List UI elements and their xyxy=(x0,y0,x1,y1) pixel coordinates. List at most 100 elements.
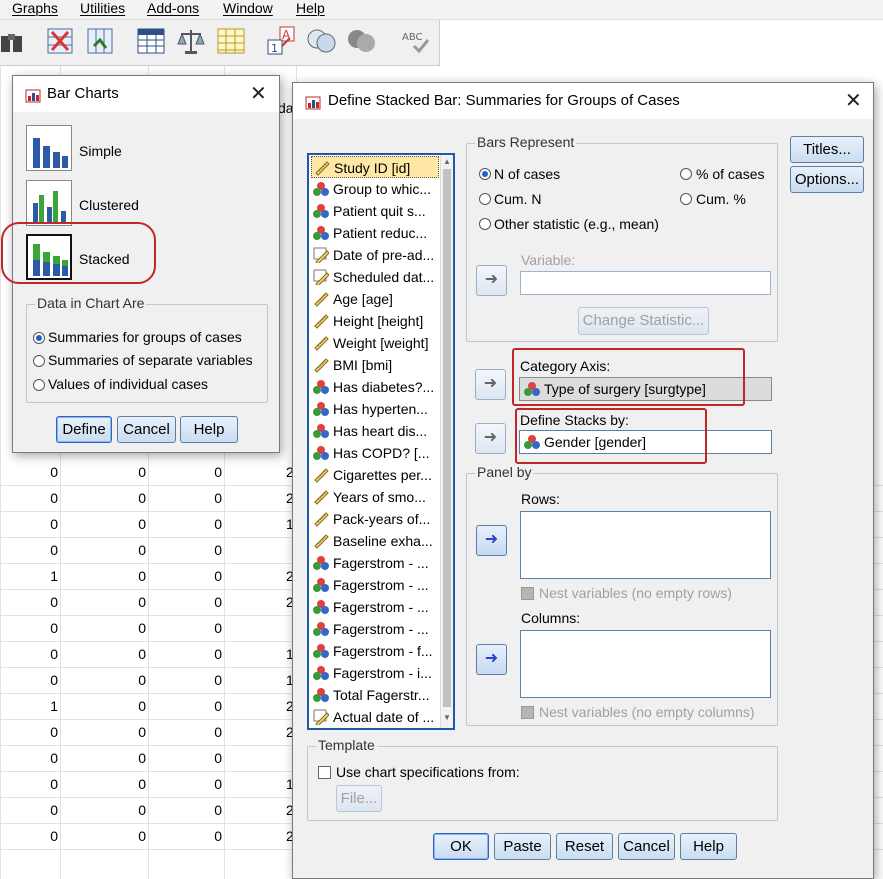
grid-cell[interactable]: 0 xyxy=(0,516,58,532)
spelling-icon[interactable]: ABC xyxy=(400,26,430,56)
grid-cell[interactable]: 0 xyxy=(60,594,146,610)
simple-chart-icon[interactable] xyxy=(26,125,72,171)
cum-pct-label[interactable]: Cum. % xyxy=(696,191,746,207)
summaries-variables-label[interactable]: Summaries of separate variables xyxy=(48,352,253,368)
variable-item[interactable]: Fagerstrom - ... xyxy=(311,574,439,596)
variable-item[interactable]: Has heart dis... xyxy=(311,420,439,442)
radio-pct-cases[interactable] xyxy=(680,168,692,180)
variable-item[interactable]: Fagerstrom - ... xyxy=(311,552,439,574)
variable-item[interactable]: Fagerstrom - f... xyxy=(311,640,439,662)
radio-individual-cases[interactable] xyxy=(33,379,45,391)
summaries-groups-label[interactable]: Summaries for groups of cases xyxy=(48,329,242,345)
grid-cell[interactable]: 0 xyxy=(60,828,146,844)
variable-item[interactable]: Weight [weight] xyxy=(311,332,439,354)
variable-item[interactable]: Height [height] xyxy=(311,310,439,332)
bar-cancel-button[interactable]: Cancel xyxy=(117,416,176,443)
scroll-up-icon[interactable]: ▲ xyxy=(443,157,451,166)
grid-cell[interactable]: 0 xyxy=(0,594,58,610)
radio-other-statistic[interactable] xyxy=(479,218,491,230)
options-button[interactable]: Options... xyxy=(790,166,864,193)
show-all-icon[interactable] xyxy=(346,26,376,56)
variable-arrow-button[interactable]: ➜ xyxy=(476,265,507,296)
grid-cell[interactable]: 0 xyxy=(0,750,58,766)
define-button[interactable]: Define xyxy=(56,416,112,443)
variable-item[interactable]: Has diabetes?... xyxy=(311,376,439,398)
variable-item[interactable]: Group to whic... xyxy=(311,178,439,200)
clustered-label[interactable]: Clustered xyxy=(79,197,139,213)
pct-cases-label[interactable]: % of cases xyxy=(696,166,764,182)
scroll-down-icon[interactable]: ▼ xyxy=(443,713,451,722)
grid-cell[interactable]: 0 xyxy=(148,724,222,740)
reset-button[interactable]: Reset xyxy=(556,833,613,860)
grid-cell[interactable]: 0 xyxy=(60,490,146,506)
grid-cell[interactable]: 0 xyxy=(60,672,146,688)
grid-cell[interactable]: 0 xyxy=(60,568,146,584)
variable-item[interactable]: Fagerstrom - ... xyxy=(311,618,439,640)
grid-cell[interactable]: 0 xyxy=(148,594,222,610)
grid-cell[interactable]: 0 xyxy=(0,776,58,792)
grid-cell[interactable]: 0 xyxy=(0,802,58,818)
file-button[interactable]: File... xyxy=(336,785,382,812)
scroll-thumb[interactable] xyxy=(443,169,451,707)
help-button[interactable]: Help xyxy=(680,833,737,860)
grid-cell[interactable]: 0 xyxy=(148,672,222,688)
grid-cell[interactable]: 0 xyxy=(148,464,222,480)
grid-cell[interactable]: 1 xyxy=(0,568,58,584)
grid-cell[interactable]: 0 xyxy=(148,568,222,584)
grid-cell[interactable]: 0 xyxy=(60,776,146,792)
grid-cell[interactable]: 0 xyxy=(0,490,58,506)
grid-cell[interactable]: 0 xyxy=(60,620,146,636)
use-chart-spec-checkbox[interactable] xyxy=(318,766,331,779)
menu-window[interactable]: Window xyxy=(223,0,273,16)
variable-item[interactable]: Patient quit s... xyxy=(311,200,439,222)
grid-cell[interactable]: 0 xyxy=(148,802,222,818)
grid-cell[interactable]: 0 xyxy=(60,724,146,740)
nest-rows-checkbox[interactable] xyxy=(521,587,534,600)
grid-cell[interactable]: 0 xyxy=(148,542,222,558)
grid-cell[interactable]: 0 xyxy=(60,750,146,766)
variable-item[interactable]: Has COPD? [... xyxy=(311,442,439,464)
cum-n-label[interactable]: Cum. N xyxy=(494,191,541,207)
ok-button[interactable]: OK xyxy=(433,833,489,860)
menu-graphs[interactable]: Graphs xyxy=(12,0,58,16)
bar-help-button[interactable]: Help xyxy=(180,416,238,443)
rows-arrow-button[interactable]: ➜ xyxy=(476,525,507,556)
columns-field[interactable] xyxy=(520,630,771,698)
value-labels-icon[interactable]: A1 xyxy=(266,26,296,56)
simple-label[interactable]: Simple xyxy=(79,143,122,159)
grid-cell[interactable]: 0 xyxy=(148,750,222,766)
use-chart-spec-label[interactable]: Use chart specifications from: xyxy=(336,764,520,780)
grid-cell[interactable]: 0 xyxy=(60,646,146,662)
variable-item[interactable]: Patient reduc... xyxy=(311,222,439,244)
titles-button[interactable]: Titles... xyxy=(790,136,864,163)
cancel-button[interactable]: Cancel xyxy=(618,833,675,860)
use-sets-icon[interactable] xyxy=(306,26,336,56)
close-icon[interactable]: ✕ xyxy=(250,81,267,105)
grid-cell[interactable]: 0 xyxy=(0,620,58,636)
variable-item[interactable]: Total Fagerstr... xyxy=(311,684,439,706)
radio-summaries-groups[interactable] xyxy=(33,332,45,344)
grid-cell[interactable]: 0 xyxy=(60,698,146,714)
stacks-arrow-button[interactable]: ➜ xyxy=(475,423,506,454)
grid-cell[interactable]: 0 xyxy=(148,490,222,506)
grid-cell[interactable]: 0 xyxy=(0,542,58,558)
paste-button[interactable]: Paste xyxy=(494,833,551,860)
grid-cell[interactable]: 0 xyxy=(60,542,146,558)
grid-cell[interactable]: 0 xyxy=(148,620,222,636)
radio-cum-pct[interactable] xyxy=(680,193,692,205)
grid-cell[interactable]: 0 xyxy=(60,464,146,480)
variable-item[interactable]: Date of pre-ad... xyxy=(311,244,439,266)
weight-icon[interactable] xyxy=(176,26,206,56)
variable-item[interactable]: Fagerstrom - i... xyxy=(311,662,439,684)
grid-cell[interactable]: 0 xyxy=(0,464,58,480)
grid-cell[interactable]: 0 xyxy=(60,802,146,818)
grid-cell[interactable]: 0 xyxy=(148,516,222,532)
change-statistic-button[interactable]: Change Statistic... xyxy=(578,307,709,335)
goto-case-icon[interactable] xyxy=(46,26,76,56)
grid-cell[interactable]: 0 xyxy=(148,646,222,662)
rows-field[interactable] xyxy=(520,511,771,579)
menu-addons[interactable]: Add-ons xyxy=(147,0,199,16)
grid-cell[interactable]: 0 xyxy=(0,672,58,688)
radio-cum-n[interactable] xyxy=(479,193,491,205)
other-statistic-label[interactable]: Other statistic (e.g., mean) xyxy=(494,216,659,232)
